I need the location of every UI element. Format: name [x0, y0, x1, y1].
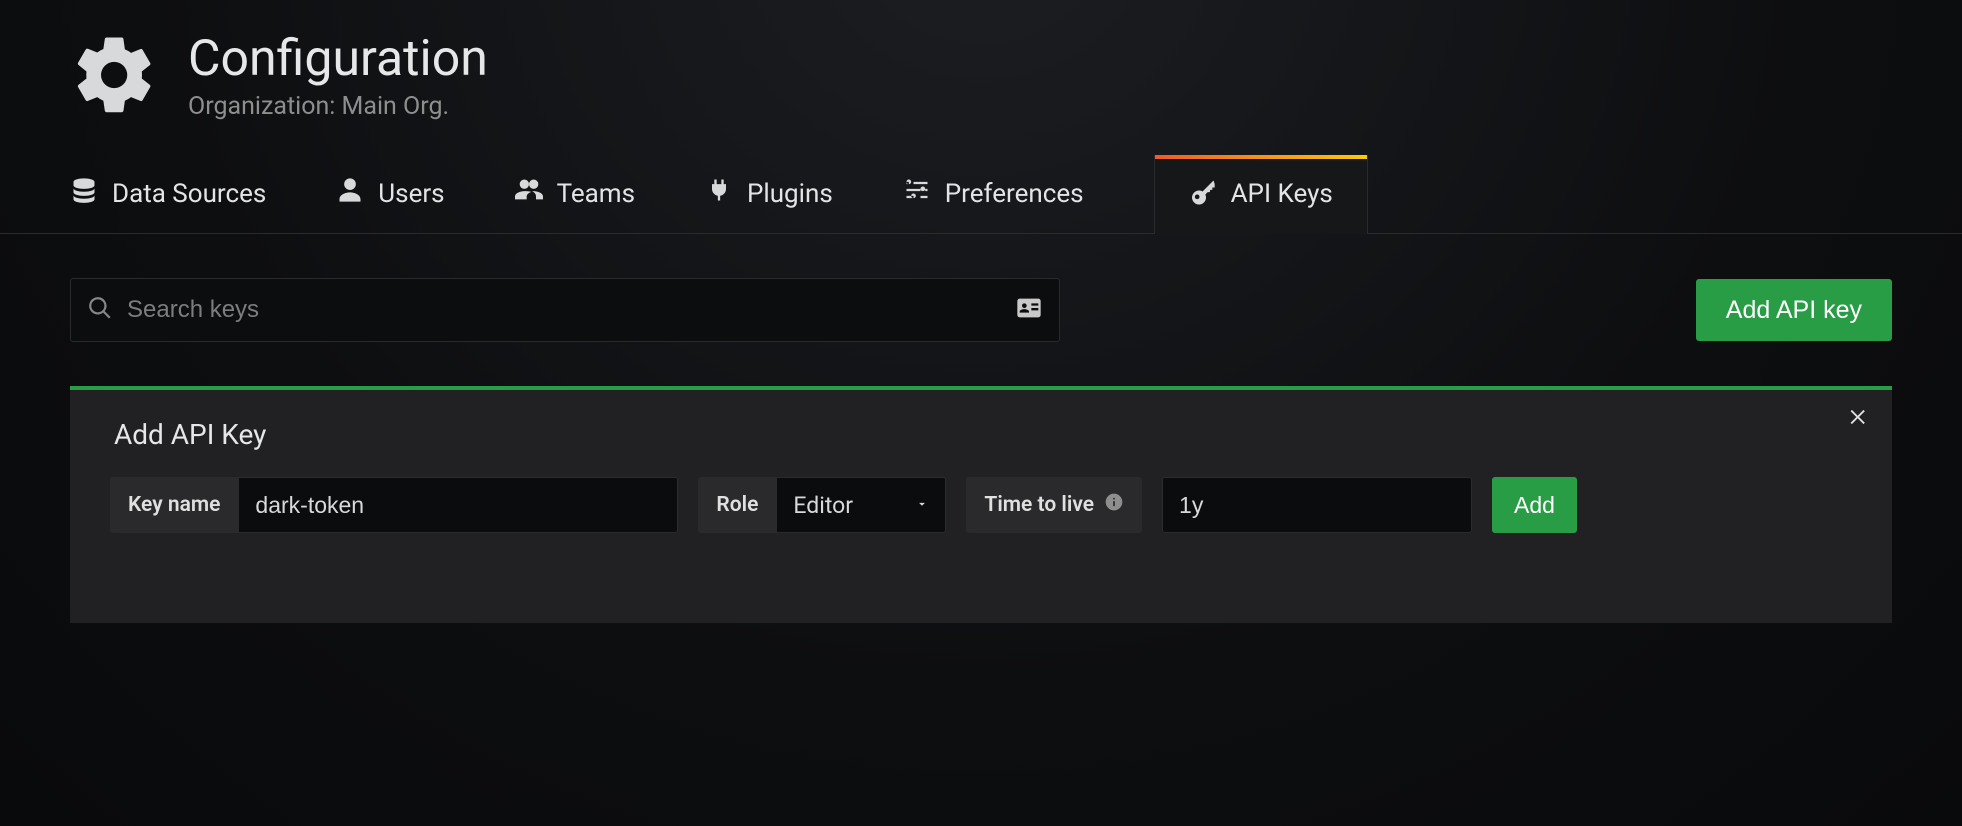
chevron-down-icon	[915, 496, 929, 515]
role-group: Role Editor	[698, 477, 946, 533]
tab-label: API Keys	[1231, 179, 1333, 209]
search-input[interactable]	[113, 296, 1015, 324]
toolbar: Add API key	[0, 234, 1962, 342]
ttl-input[interactable]	[1162, 477, 1472, 533]
role-select[interactable]: Editor	[776, 477, 946, 533]
tab-plugins[interactable]: Plugins	[705, 154, 833, 233]
tab-teams[interactable]: Teams	[515, 154, 635, 233]
tab-users[interactable]: Users	[336, 154, 444, 233]
key-name-input[interactable]	[238, 477, 678, 533]
page-subtitle: Organization: Main Org.	[188, 92, 488, 121]
sliders-icon	[903, 176, 931, 211]
tab-label: Data Sources	[112, 179, 266, 209]
key-icon	[1189, 177, 1217, 212]
contact-card-icon[interactable]	[1015, 294, 1043, 326]
key-name-label: Key name	[110, 493, 238, 517]
ttl-label: Time to live	[966, 492, 1142, 518]
ttl-label-text: Time to live	[984, 493, 1094, 517]
info-icon[interactable]	[1104, 492, 1124, 518]
role-value: Editor	[793, 492, 915, 519]
tab-label: Preferences	[945, 179, 1084, 209]
tab-label: Teams	[557, 179, 635, 209]
users-icon	[515, 176, 543, 211]
tab-bar: Data Sources Users Teams Plugins Prefere	[0, 154, 1962, 234]
key-name-group: Key name	[110, 477, 678, 533]
tab-preferences[interactable]: Preferences	[903, 154, 1084, 233]
add-key-form: Key name Role Editor Time to live	[110, 477, 1852, 533]
gear-icon	[70, 30, 160, 124]
close-icon[interactable]	[1848, 406, 1870, 432]
search-keys-field[interactable]	[70, 278, 1060, 342]
user-icon	[336, 176, 364, 211]
role-label: Role	[698, 493, 776, 517]
search-icon	[87, 295, 113, 325]
add-button[interactable]: Add	[1492, 477, 1577, 533]
tab-data-sources[interactable]: Data Sources	[70, 154, 266, 233]
page-header: Configuration Organization: Main Org.	[0, 30, 1962, 154]
panel-title: Add API Key	[114, 418, 1852, 451]
add-api-key-button[interactable]: Add API key	[1696, 279, 1892, 341]
ttl-group: Time to live	[966, 477, 1142, 533]
add-api-key-panel: Add API Key Key name Role Editor Time to…	[70, 386, 1892, 623]
page-title: Configuration	[188, 33, 488, 86]
tab-label: Users	[378, 179, 444, 209]
tab-label: Plugins	[747, 179, 833, 209]
database-icon	[70, 176, 98, 211]
plug-icon	[705, 176, 733, 211]
tab-api-keys[interactable]: API Keys	[1154, 155, 1368, 234]
